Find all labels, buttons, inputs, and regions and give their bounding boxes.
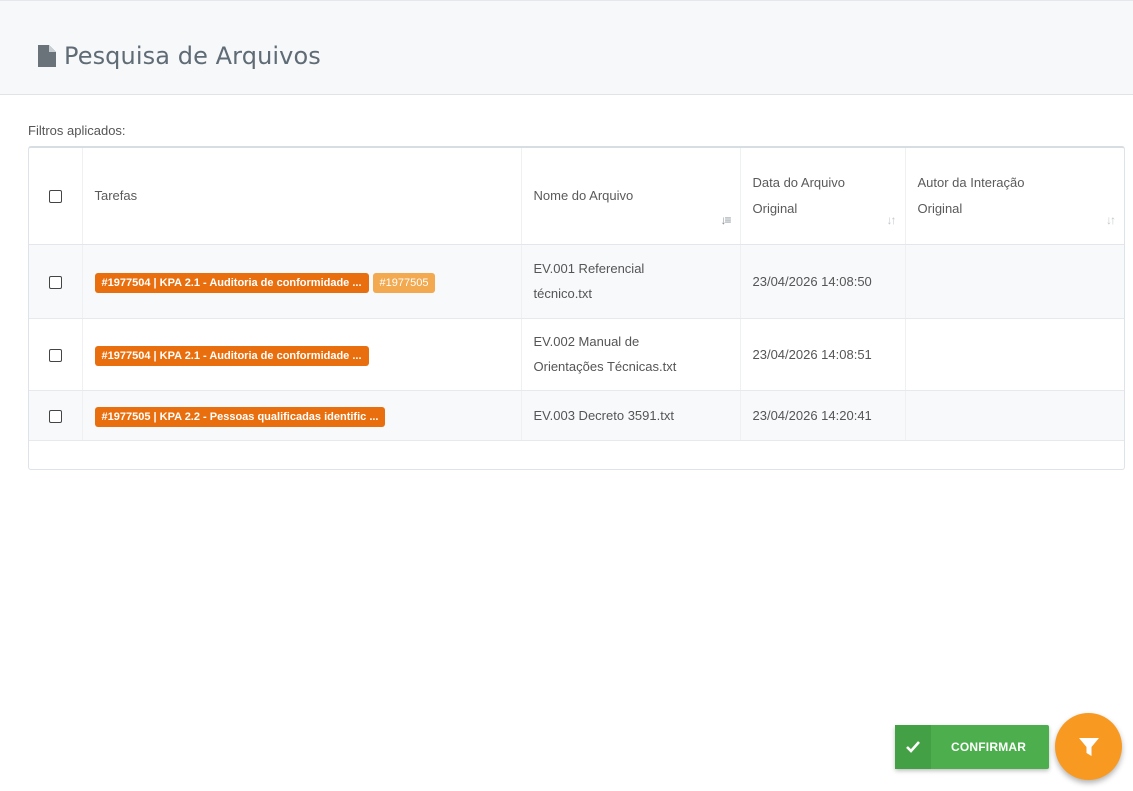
column-header-file-name-label: Nome do Arquivo: [533, 187, 634, 203]
file-date-cell: 23/04/2026 14:08:50: [739, 244, 905, 319]
task-tag[interactable]: #1977505 | KPA 2.2 - Pessoas qualificada…: [94, 406, 386, 427]
file-date-cell: 23/04/2026 14:20:41: [739, 390, 905, 441]
task-tag[interactable]: #1977505: [372, 272, 436, 293]
filter-fab-button[interactable]: [1055, 713, 1122, 780]
file-name-line: EV.001 Referencial: [533, 261, 645, 276]
table-header-row: Tarefas Nome do Arquivo ↓≡ Data do Arqui…: [29, 148, 1124, 245]
row-checkbox[interactable]: [48, 409, 62, 423]
confirm-button[interactable]: CONFIRMAR: [895, 725, 1049, 769]
column-header-tasks-label: Tarefas: [94, 187, 138, 203]
column-header-file-name[interactable]: Nome do Arquivo ↓≡: [520, 148, 740, 245]
page-title: Pesquisa de Arquivos: [64, 42, 321, 70]
tasks-cell: #1977505 | KPA 2.2 - Pessoas qualificada…: [81, 390, 521, 441]
tasks-cell: #1977504 | KPA 2.1 - Auditoria de confor…: [81, 318, 521, 391]
filters-applied-label: Filtros aplicados:: [28, 123, 126, 138]
file-name-cell: EV.001 Referencial técnico.txt: [520, 244, 740, 319]
author-cell: [904, 244, 1124, 319]
row-select-cell: [29, 390, 82, 441]
file-name-cell: EV.002 Manual de Orientações Técnicas.tx…: [520, 318, 740, 391]
column-header-tasks[interactable]: Tarefas: [81, 148, 521, 245]
task-tag[interactable]: #1977504 | KPA 2.1 - Auditoria de confor…: [94, 345, 369, 366]
author-cell: [904, 318, 1124, 391]
table-row[interactable]: #1977505 | KPA 2.2 - Pessoas qualificada…: [29, 390, 1124, 441]
author-cell: [904, 390, 1124, 441]
column-header-author[interactable]: Autor da Interação Original ↓↑: [904, 148, 1124, 245]
column-header-file-date[interactable]: Data do Arquivo Original ↓↑: [739, 148, 905, 245]
column-header-author-label-line1: Autor da Interação: [917, 174, 1025, 190]
sort-icon[interactable]: ↓↑: [1106, 214, 1116, 226]
file-name-line: EV.003 Decreto 3591.txt: [533, 407, 674, 423]
file-date-cell: 23/04/2026 14:08:51: [739, 318, 905, 391]
files-table-panel: Tarefas Nome do Arquivo ↓≡ Data do Arqui…: [28, 146, 1125, 470]
task-tag[interactable]: #1977504 | KPA 2.1 - Auditoria de confor…: [94, 272, 369, 293]
file-icon: [38, 45, 56, 67]
page-header: Pesquisa de Arquivos: [0, 0, 1133, 95]
column-header-author-label-line2: Original: [917, 200, 963, 216]
row-select-cell: [29, 318, 82, 391]
table-row[interactable]: #1977504 | KPA 2.1 - Auditoria de confor…: [29, 318, 1124, 391]
select-all-checkbox[interactable]: [48, 189, 62, 203]
sort-icon[interactable]: ↓↑: [887, 214, 897, 226]
file-name-cell: EV.003 Decreto 3591.txt: [520, 390, 740, 441]
filter-icon: [1078, 737, 1099, 756]
row-checkbox[interactable]: [48, 348, 62, 362]
check-icon: [895, 725, 931, 769]
column-header-file-date-label-line1: Data do Arquivo: [752, 174, 846, 190]
table-row[interactable]: #1977504 | KPA 2.1 - Auditoria de confor…: [29, 244, 1124, 319]
sort-ascending-icon[interactable]: ↓≡: [720, 214, 731, 226]
header-select-all-cell: [29, 148, 82, 245]
row-checkbox[interactable]: [48, 275, 62, 289]
row-select-cell: [29, 244, 82, 319]
file-name-line: Orientações Técnicas.txt: [533, 359, 677, 374]
file-name-line: técnico.txt: [533, 286, 593, 301]
files-table: Tarefas Nome do Arquivo ↓≡ Data do Arqui…: [29, 148, 1124, 441]
confirm-button-label: CONFIRMAR: [951, 740, 1027, 754]
tasks-cell: #1977504 | KPA 2.1 - Auditoria de confor…: [81, 244, 521, 319]
page-title-group: Pesquisa de Arquivos: [38, 42, 321, 70]
column-header-file-date-label-line2: Original: [752, 200, 798, 216]
file-name-line: EV.002 Manual de: [533, 334, 640, 349]
